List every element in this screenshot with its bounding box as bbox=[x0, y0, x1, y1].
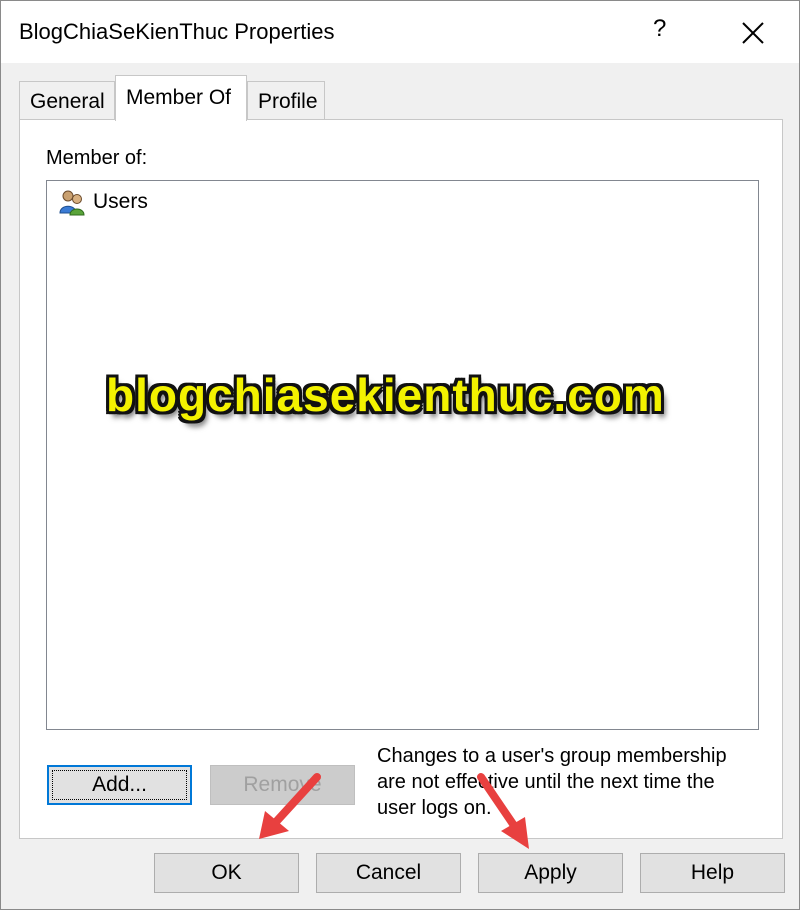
tab-general[interactable]: General bbox=[19, 81, 115, 119]
cancel-button[interactable]: Cancel bbox=[316, 853, 461, 893]
member-of-label: Member of: bbox=[46, 147, 148, 169]
arrow-icon bbox=[259, 773, 321, 839]
arrow-icon bbox=[477, 773, 529, 849]
help-icon[interactable]: ? bbox=[653, 15, 666, 43]
list-item[interactable]: Users bbox=[57, 187, 148, 217]
tab-member-of[interactable]: Member Of bbox=[115, 75, 247, 121]
tab-profile[interactable]: Profile bbox=[247, 81, 325, 119]
title-bar: BlogChiaSeKienThuc Properties ? bbox=[1, 1, 799, 63]
apply-button[interactable]: Apply bbox=[478, 853, 623, 893]
properties-dialog: BlogChiaSeKienThuc Properties ? General … bbox=[0, 0, 800, 910]
close-icon[interactable] bbox=[733, 13, 773, 53]
member-of-list[interactable]: Users bbox=[46, 180, 759, 730]
membership-note: Changes to a user's group membership are… bbox=[377, 745, 727, 819]
watermark-text: blogchiasekienthuc.com bbox=[106, 369, 665, 421]
ok-button[interactable]: OK bbox=[154, 853, 299, 893]
list-item-label: Users bbox=[93, 190, 148, 213]
user-group-icon bbox=[59, 190, 85, 216]
add-button[interactable]: Add... bbox=[47, 765, 192, 805]
window-title: BlogChiaSeKienThuc Properties bbox=[19, 19, 335, 44]
help-button[interactable]: Help bbox=[640, 853, 785, 893]
